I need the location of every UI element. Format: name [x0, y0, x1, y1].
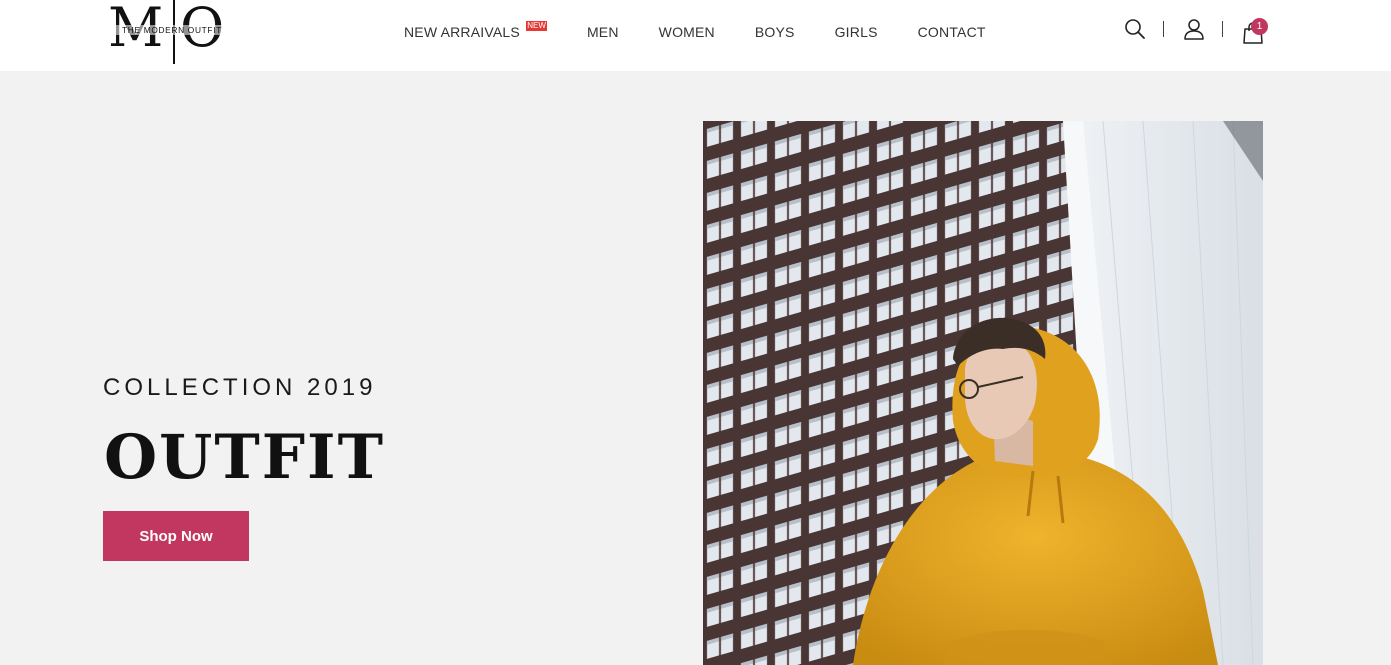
search-button[interactable]: [1122, 14, 1148, 44]
brand-logo[interactable]: M O THE MODERN OUTFIT: [108, 0, 232, 66]
nav-item-girls[interactable]: GIRLS: [835, 24, 878, 40]
user-icon: [1184, 19, 1204, 40]
hero-image: [703, 121, 1263, 665]
search-icon: [1125, 19, 1145, 39]
toolbar-divider: [1163, 21, 1164, 37]
cart-count-badge: 1: [1251, 18, 1268, 35]
main-nav: NEW ARRAIVALS NEW MEN WOMEN BOYS GIRLS C…: [404, 21, 986, 42]
hero-title: OUTFIT: [104, 422, 385, 493]
shop-now-button[interactable]: Shop Now: [103, 511, 249, 561]
logo-tagline: THE MODERN OUTFIT: [114, 25, 230, 35]
nav-item-label: NEW ARRAIVALS: [404, 24, 520, 40]
nav-item-boys[interactable]: BOYS: [755, 24, 795, 40]
hero-photo: [703, 121, 1263, 665]
account-button[interactable]: [1181, 14, 1207, 44]
site-header: M O THE MODERN OUTFIT NEW ARRAIVALS NEW …: [0, 0, 1391, 71]
nav-item-contact[interactable]: CONTACT: [918, 24, 986, 40]
new-badge: NEW: [526, 21, 547, 31]
hero-eyebrow: COLLECTION 2019: [103, 374, 377, 401]
nav-item-women[interactable]: WOMEN: [659, 24, 715, 40]
nav-item-men[interactable]: MEN: [587, 24, 619, 40]
toolbar-divider: [1222, 21, 1223, 37]
nav-item-new-arrivals[interactable]: NEW ARRAIVALS NEW: [404, 21, 547, 40]
